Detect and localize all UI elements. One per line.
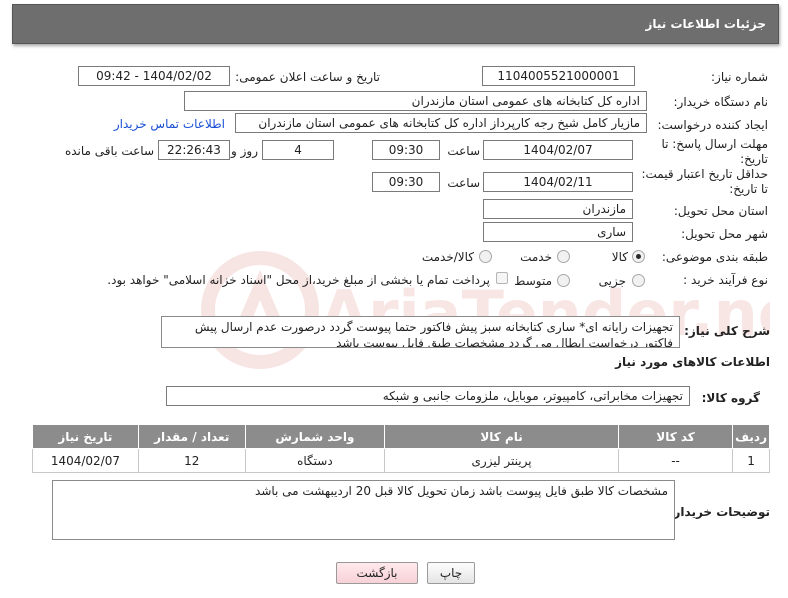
- treasury-payment-checkbox[interactable]: [496, 272, 508, 284]
- need-number-field: 1104005521000001: [482, 66, 635, 86]
- overall-desc-label: شرح کلی نیاز:: [684, 324, 770, 338]
- category-radio-goods-service[interactable]: [479, 250, 492, 263]
- reply-hour-field: 09:30: [372, 140, 440, 160]
- goods-group-field: تجهیزات مخابراتی، کامپیوتر، موبایل، ملزو…: [166, 386, 690, 406]
- col-name: نام کالا: [384, 424, 619, 449]
- cell-row: 1: [732, 448, 770, 473]
- treasury-payment-note: پرداخت تمام یا بخشی از مبلغ خرید،از محل …: [107, 273, 490, 287]
- purchase-type-label: نوع فرآیند خرید :: [683, 273, 768, 287]
- province-field: مازندران: [483, 199, 633, 219]
- page-header: جزئیات اطلاعات نیاز: [12, 4, 779, 44]
- purchase-radio-minor[interactable]: [632, 274, 645, 287]
- day-and-label: روز و: [231, 144, 258, 158]
- purchase-radio-medium[interactable]: [557, 274, 570, 287]
- reply-date-field: 1404/02/07: [483, 140, 633, 160]
- cell-unit: دستگاه: [244, 448, 386, 473]
- reply-days-field: 4: [262, 140, 334, 160]
- cell-name: پرینتر لیزری: [384, 448, 619, 473]
- category-radio-service[interactable]: [557, 250, 570, 263]
- table-row: 1 -- پرینتر لیزری دستگاه 12 1404/02/07: [32, 448, 770, 473]
- purchase-option-medium: متوسط: [514, 274, 552, 288]
- reply-deadline-label: مهلت ارسال پاسخ: تا تاریخ:: [661, 137, 768, 166]
- category-option-goods-service: کالا/خدمت: [421, 250, 474, 264]
- purchase-option-minor: جزیی: [598, 274, 626, 288]
- price-hour-field: 09:30: [372, 172, 440, 192]
- col-qty: تعداد / مقدار: [137, 424, 246, 449]
- need-number-label: شماره نیاز:: [711, 70, 768, 84]
- buyer-notes-text: مشخصات کالا طبق فایل پیوست باشد زمان تحو…: [52, 480, 675, 540]
- price-date-field: 1404/02/11: [483, 172, 633, 192]
- price-hour-label: ساعت: [447, 176, 480, 190]
- col-row: ردیف: [732, 424, 770, 449]
- remaining-label: ساعت باقی مانده: [64, 144, 154, 158]
- cell-need-date: 1404/02/07: [32, 448, 139, 473]
- buyer-notes-label: توضیحات خریدار:: [668, 505, 770, 519]
- category-label: طبقه بندی موضوعی:: [661, 250, 768, 264]
- buyer-org-label: نام دستگاه خریدار:: [673, 95, 769, 109]
- announce-datetime-field: 1404/02/02 - 09:42: [78, 66, 230, 86]
- overall-desc-text: تجهیزات رایانه ای* ساری کتابخانه سبز پیش…: [161, 316, 680, 348]
- requester-field: مازیار کامل شیخ رجه کارپرداز اداره کل کت…: [235, 113, 647, 133]
- city-field: ساری: [483, 222, 633, 242]
- category-option-goods: کالا: [611, 250, 628, 264]
- reply-remaining-field: 22:26:43: [158, 140, 230, 160]
- goods-group-label: گروه کالا:: [701, 391, 760, 405]
- buyer-org-field: اداره کل کتابخانه های عمومی استان مازندر…: [184, 91, 647, 111]
- back-button[interactable]: بازگشت: [336, 562, 418, 584]
- goods-table-header: ردیف کد کالا نام کالا واحد شمارش تعداد /…: [32, 424, 770, 449]
- goods-info-heading: اطلاعات کالاهای مورد نیاز: [615, 355, 770, 369]
- cell-qty: 12: [137, 448, 246, 473]
- price-validity-label: حداقل تاریخ اعتبار قیمت: تا تاریخ:: [641, 167, 768, 196]
- buyer-contact-link[interactable]: اطلاعات تماس خریدار: [114, 117, 225, 131]
- reply-hour-label: ساعت: [447, 144, 480, 158]
- goods-table: ردیف کد کالا نام کالا واحد شمارش تعداد /…: [32, 424, 770, 473]
- col-need-date: تاریخ نیاز: [32, 424, 139, 449]
- print-button[interactable]: چاپ: [427, 562, 475, 584]
- category-option-service: خدمت: [520, 250, 552, 264]
- requester-label: ایجاد کننده درخواست:: [657, 118, 768, 132]
- category-radio-goods[interactable]: [632, 250, 645, 263]
- col-unit: واحد شمارش: [244, 424, 386, 449]
- province-label: استان محل تحویل:: [673, 204, 768, 218]
- page-title: جزئیات اطلاعات نیاز: [645, 17, 766, 31]
- col-code: کد کالا: [617, 424, 734, 449]
- announce-datetime-label: تاریخ و ساعت اعلان عمومی:: [235, 70, 380, 84]
- cell-code: --: [617, 448, 734, 473]
- city-label: شهر محل تحویل:: [681, 227, 768, 241]
